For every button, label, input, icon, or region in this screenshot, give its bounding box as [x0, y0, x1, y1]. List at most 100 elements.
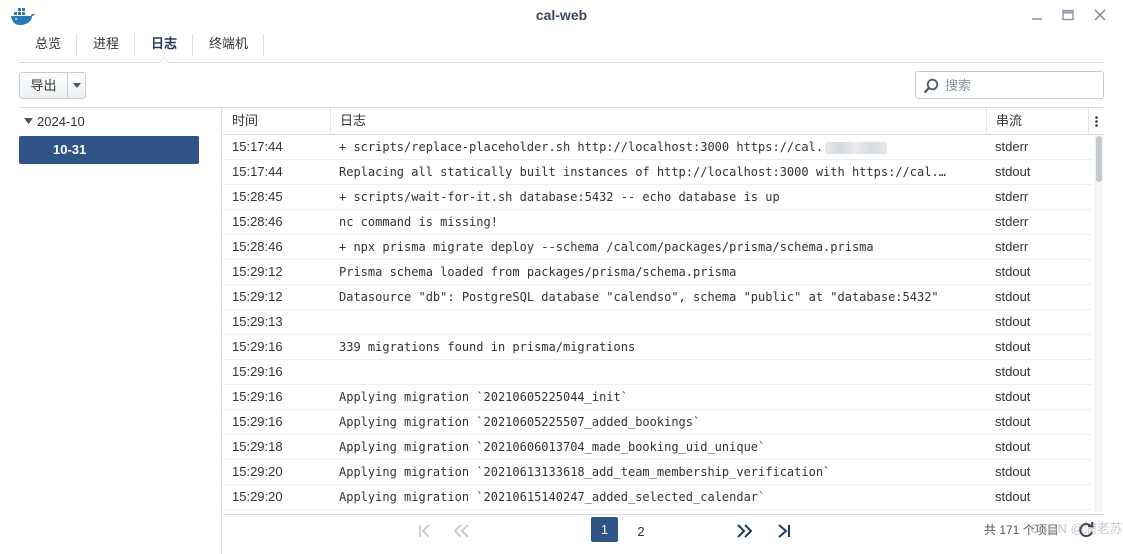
log-text: Applying migration `20210605225507_added…: [339, 415, 701, 429]
cell-log: Applying migration `20210606013704_made_…: [331, 435, 987, 459]
page-button-1[interactable]: 1: [591, 517, 618, 542]
cell-stream: stdout: [995, 414, 1031, 429]
cell-stream: stderr: [995, 139, 1029, 154]
table-row[interactable]: 15:29:20 Applying migration `202106131336…: [223, 460, 1091, 485]
cell-stream: stdout: [995, 364, 1031, 379]
cell-time: 15:29:16: [232, 364, 283, 379]
cell-log: Applying migration `20210605225507_added…: [331, 410, 987, 434]
log-text: + scripts/replace-placeholder.sh http://…: [339, 140, 824, 154]
tab-overview[interactable]: 总览: [19, 30, 78, 62]
log-text: + scripts/wait-for-it.sh database:5432 -…: [339, 190, 780, 204]
cell-log: [331, 510, 987, 512]
cell-time: 15:29:20: [232, 489, 283, 504]
close-icon[interactable]: [1090, 5, 1110, 25]
export-button-label: 导出: [20, 73, 68, 98]
table-row[interactable]: 15:29:20 Applying migration `202106151402…: [223, 485, 1091, 510]
column-header-log[interactable]: 日志: [331, 108, 987, 134]
log-text: Applying migration `20210613133618_add_t…: [339, 465, 831, 479]
table-row[interactable]: 15:29:16 Applying migration `202106052255…: [223, 410, 1091, 435]
container-log-window: cal-web 总览 进程 日志 终端机 导出 搜索 2024-10 10-31…: [0, 0, 1123, 554]
table-row[interactable]: 15:29:13 stdout: [223, 310, 1091, 335]
cell-log: + scripts/wait-for-it.sh database:5432 -…: [331, 185, 987, 209]
log-text: Applying migration `20210615140247_added…: [339, 490, 766, 504]
refresh-icon[interactable]: [1076, 520, 1096, 540]
table-row[interactable]: 15:28:46 + npx prisma migrate deploy --sc…: [223, 235, 1091, 260]
column-menu-icon[interactable]: [1089, 108, 1104, 134]
log-text: Replacing all statically built instances…: [339, 165, 939, 179]
cell-time: 15:29:16: [232, 339, 283, 354]
cell-log: + npx prisma migrate deploy --schema /ca…: [331, 235, 987, 259]
table-row[interactable]: 15:29:12 Datasource "db": PostgreSQL data…: [223, 285, 1091, 310]
next-page-icon[interactable]: [736, 519, 754, 543]
previous-page-icon[interactable]: [452, 519, 470, 543]
maximize-icon[interactable]: [1058, 5, 1078, 25]
log-text: Applying migration `20210606013704_made_…: [339, 440, 766, 454]
tab-label: 总览: [35, 36, 62, 51]
window-title: cal-web: [535, 7, 588, 23]
minimize-icon[interactable]: [1027, 5, 1047, 25]
caret-down-icon[interactable]: [19, 118, 37, 124]
page-button-2[interactable]: 2: [630, 519, 652, 543]
last-page-icon[interactable]: [775, 519, 793, 543]
search-icon: [923, 78, 939, 94]
column-header-stream[interactable]: 串流: [987, 108, 1089, 134]
search-box[interactable]: [915, 71, 1104, 99]
table-row[interactable]: 15:29:18 Applying migration `202106060137…: [223, 435, 1091, 460]
table-row[interactable]: 15:28:46 nc command is missing! stderr: [223, 210, 1091, 235]
tab-processes[interactable]: 进程: [77, 30, 136, 62]
table-row[interactable]: [223, 510, 1091, 512]
log-text: nc command is missing!: [339, 215, 498, 229]
search-input[interactable]: [945, 74, 1095, 96]
cell-time: 15:28:45: [232, 189, 283, 204]
cell-time: 15:29:16: [232, 389, 283, 404]
column-header-time[interactable]: 时间: [223, 108, 331, 134]
caret-down-icon[interactable]: [68, 73, 85, 98]
cell-time: 15:29:13: [232, 314, 283, 329]
redacted-text: [940, 166, 987, 179]
cell-stream: stdout: [995, 314, 1031, 329]
log-text: Prisma schema loaded from packages/prism…: [339, 265, 737, 279]
table-row[interactable]: 15:28:45 + scripts/wait-for-it.sh databas…: [223, 185, 1091, 210]
first-page-icon[interactable]: [416, 519, 434, 543]
cell-log: nc command is missing!: [331, 210, 987, 234]
table-row[interactable]: 15:29:16 Applying migration `202106052250…: [223, 385, 1091, 410]
tab-label: 终端机: [209, 36, 249, 51]
divider: [223, 514, 1104, 515]
cell-log: [331, 310, 987, 334]
table-row[interactable]: 15:17:44 + scripts/replace-placeholder.sh…: [223, 135, 1091, 160]
cell-time: 15:29:20: [232, 464, 283, 479]
cell-time: 15:29:16: [232, 414, 283, 429]
table-row[interactable]: 15:17:44 Replacing all statically built i…: [223, 160, 1091, 185]
tree-group-label: 2024-10: [37, 113, 85, 129]
tab-label: 进程: [93, 36, 120, 51]
scrollbar-track[interactable]: [1094, 135, 1103, 512]
cell-stream: stdout: [995, 289, 1031, 304]
tab-label: 日志: [151, 36, 178, 51]
cell-time: 15:29:12: [232, 289, 283, 304]
log-text: + npx prisma migrate deploy --schema /ca…: [339, 240, 874, 254]
cell-log: [331, 360, 987, 384]
cell-log: Applying migration `20210605225044_init`: [331, 385, 987, 409]
cell-stream: stderr: [995, 189, 1029, 204]
log-text: 339 migrations found in prisma/migration…: [339, 340, 636, 354]
tab-bar: 总览 进程 日志 终端机: [19, 30, 1104, 63]
cell-time: 15:28:46: [232, 239, 283, 254]
table-row[interactable]: 15:29:16 339 migrations found in prisma/m…: [223, 335, 1091, 360]
active-tab-indicator: [159, 57, 170, 63]
tree-group-2024-10[interactable]: 2024-10: [19, 111, 199, 131]
scrollbar-thumb[interactable]: [1096, 136, 1102, 182]
export-button[interactable]: 导出: [19, 72, 86, 99]
tab-terminal[interactable]: 终端机: [193, 30, 265, 62]
cell-log: Applying migration `20210615140247_added…: [331, 485, 987, 509]
redacted-text: [825, 141, 888, 154]
table-row[interactable]: 15:29:12 Prisma schema loaded from packag…: [223, 260, 1091, 285]
cell-stream: stderr: [995, 214, 1029, 229]
cell-stream: stdout: [995, 264, 1031, 279]
tree-item-10-31[interactable]: 10-31: [19, 136, 199, 164]
log-table: 时间 日志 串流 15:17:44 + scripts/replace-place…: [223, 108, 1104, 512]
tab-log[interactable]: 日志: [135, 30, 194, 63]
cell-stream: stderr: [995, 239, 1029, 254]
cell-stream: stdout: [995, 464, 1031, 479]
title-bar: cal-web: [0, 0, 1123, 30]
table-row[interactable]: 15:29:16 stdout: [223, 360, 1091, 385]
